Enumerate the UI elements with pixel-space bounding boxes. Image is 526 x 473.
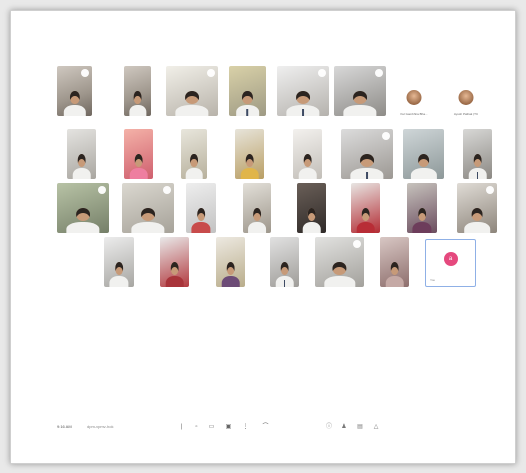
participant-video [350,151,384,179]
participant-video [385,259,404,287]
participant-grid: Kul Gambhira Bha... Ayush Pathak (TC a Y… [11,11,515,341]
mic-off-icon [98,186,106,194]
avatar [458,90,474,105]
participant-tile[interactable] [341,129,393,179]
mic-off-icon [353,240,361,248]
participant-video [343,88,377,116]
participant-avatar-tile[interactable]: Kul Gambhira Bha... [396,81,432,133]
end-call-icon[interactable]: ⌒ [261,423,270,432]
mic-icon[interactable]: | [177,423,186,432]
avatar [406,90,422,105]
participant-tile[interactable] [186,183,216,233]
mic-off-icon [207,69,215,77]
participant-video [185,151,203,179]
participant-video [275,259,294,287]
participant-video [412,205,432,233]
present-screen-icon[interactable]: ▣ [224,423,233,432]
participant-video [221,259,240,287]
avatar: a [443,252,458,266]
participant-name: Ayush Pathak (TC [453,112,479,116]
chat-icon[interactable]: ▤ [356,423,364,431]
meet-window: Kul Gambhira Bha... Ayush Pathak (TC a Y… [10,10,516,464]
meeting-toolbar: 9:16 AM dpm-vpmv-hok | ▫ ▭ ▣ ⋮ ⌒ ⓘ ♟ ▤ △ [11,419,515,437]
participant-tile[interactable] [57,66,92,116]
participant-tile[interactable] [216,237,245,287]
participant-tile[interactable] [229,66,266,116]
participant-video [286,88,320,116]
participant-tile[interactable] [124,66,151,116]
captions-icon[interactable]: ▭ [207,423,216,432]
activities-icon[interactable]: △ [372,423,380,431]
mic-off-icon [318,69,326,77]
participant-video [191,205,211,233]
participant-video [131,205,165,233]
participant-video [63,88,86,116]
meeting-time: 9:16 AM [57,424,72,429]
participant-tile[interactable] [351,183,380,233]
participant-video [235,88,260,116]
participant-tile[interactable] [57,183,109,233]
participant-video [109,259,129,287]
mic-off-icon [81,69,89,77]
participant-tile[interactable] [122,183,174,233]
mic-off-icon [163,186,171,194]
participant-avatar-tile[interactable]: Ayush Pathak (TC [448,81,484,133]
participant-name: Kul Gambhira Bha... [400,112,428,116]
participant-tile[interactable] [315,237,364,287]
participant-video [66,205,100,233]
participant-tile[interactable] [181,129,207,179]
self-view-tile[interactable]: a You [425,239,476,287]
participant-video [248,205,266,233]
participant-video [302,205,321,233]
mic-off-icon [382,132,390,140]
participant-tile[interactable] [380,237,409,287]
participant-video [240,151,259,179]
participant-video [175,88,209,116]
participant-tile[interactable] [160,237,189,287]
participant-video [410,151,437,179]
participant-video [128,88,147,116]
participant-tile[interactable] [166,66,218,116]
participant-tile[interactable] [124,129,153,179]
participant-video [129,151,148,179]
participant-tile[interactable] [297,183,326,233]
participant-video [356,205,375,233]
participant-tile[interactable] [270,237,299,287]
meeting-info-icon[interactable]: ⓘ [325,423,333,431]
participant-video [165,259,184,287]
people-icon[interactable]: ♟ [340,423,348,431]
participant-tile[interactable] [67,129,96,179]
meeting-code: dpm-vpmv-hok [87,424,114,429]
self-label: You [430,278,436,282]
mic-off-icon [375,69,383,77]
participant-tile[interactable] [463,129,492,179]
participant-video [468,151,487,179]
participant-video [323,259,356,287]
participant-tile[interactable] [403,129,444,179]
participant-video [464,205,490,233]
participant-tile[interactable] [235,129,264,179]
participant-tile[interactable] [243,183,271,233]
participant-tile[interactable] [277,66,329,116]
participant-tile[interactable] [407,183,437,233]
camera-icon[interactable]: ▫ [192,423,201,432]
participant-tile[interactable] [457,183,497,233]
participant-video [298,151,317,179]
mic-off-icon [486,186,494,194]
participant-tile[interactable] [334,66,386,116]
participant-video [72,151,91,179]
more-options-icon[interactable]: ⋮ [241,423,250,432]
participant-tile[interactable] [293,129,322,179]
participant-tile[interactable] [104,237,134,287]
